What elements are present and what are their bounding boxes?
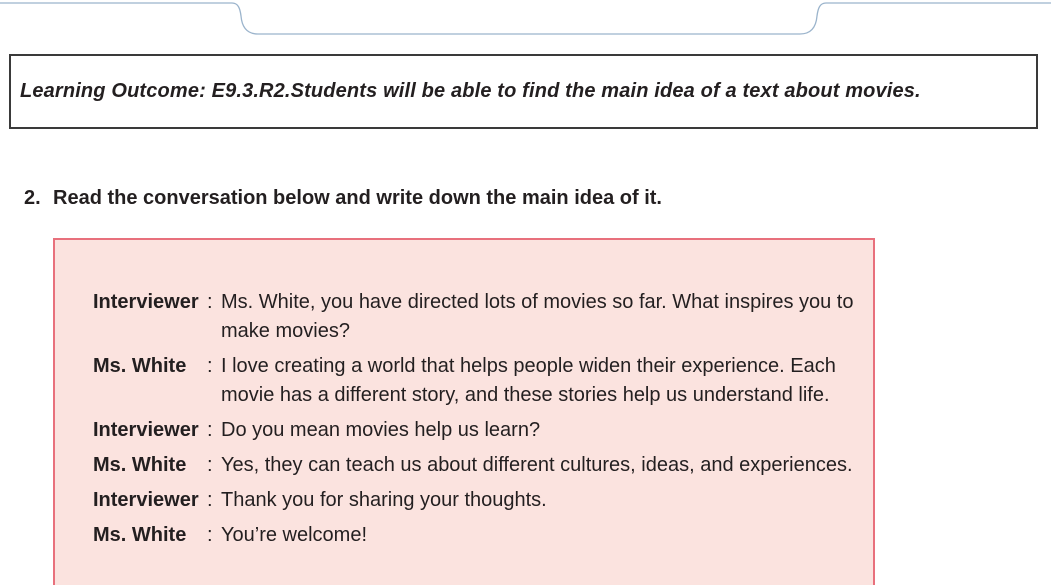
task-number: 2. (24, 187, 41, 209)
utterance-text: I love creating a world that helps peopl… (221, 355, 836, 406)
learning-outcome-text: Learning Outcome: E9.3.R2.Students will … (20, 80, 921, 102)
speaker-name: Interviewer (93, 489, 199, 511)
speaker-separator: : (207, 489, 213, 511)
learning-outcome-box: Learning Outcome: E9.3.R2.Students will … (9, 54, 1038, 129)
dialog-turn: Interviewer : Do you mean movies help us… (93, 416, 873, 445)
speaker-separator: : (207, 524, 213, 546)
header-tab-decoration (0, 2, 1051, 35)
utterance-text: Ms. White, you have directed lots of mov… (221, 291, 854, 342)
dialog-turn: Interviewer : Ms. White, you have direct… (93, 288, 873, 346)
dialog-turn: Ms. White : I love creating a world that… (93, 352, 873, 410)
dialog-turn: Interviewer : Thank you for sharing your… (93, 486, 873, 515)
conversation: Interviewer : Ms. White, you have direct… (93, 288, 873, 556)
utterance-text: Do you mean movies help us learn? (221, 419, 541, 441)
utterance-text: You’re welcome! (221, 524, 368, 546)
task-instruction: 2. Read the conversation below and write … (24, 187, 662, 210)
task-text: Read the conversation below and write do… (53, 187, 662, 209)
speaker-name: Interviewer (93, 291, 199, 313)
utterance-text: Thank you for sharing your thoughts. (221, 489, 547, 511)
speaker-separator: : (207, 291, 213, 313)
speaker-name: Ms. White (93, 454, 187, 476)
dialog-turn: Ms. White : Yes, they can teach us about… (93, 451, 873, 480)
speaker-separator: : (207, 355, 213, 377)
utterance-text: Yes, they can teach us about different c… (221, 454, 853, 476)
speaker-name: Interviewer (93, 419, 199, 441)
speaker-name: Ms. White (93, 524, 187, 546)
speaker-separator: : (207, 454, 213, 476)
speaker-name: Ms. White (93, 355, 187, 377)
worksheet-page: Learning Outcome: E9.3.R2.Students will … (0, 0, 1051, 585)
speaker-separator: : (207, 419, 213, 441)
dialog-turn: Ms. White : You’re welcome! (93, 521, 873, 550)
conversation-panel: Interviewer : Ms. White, you have direct… (53, 238, 875, 585)
